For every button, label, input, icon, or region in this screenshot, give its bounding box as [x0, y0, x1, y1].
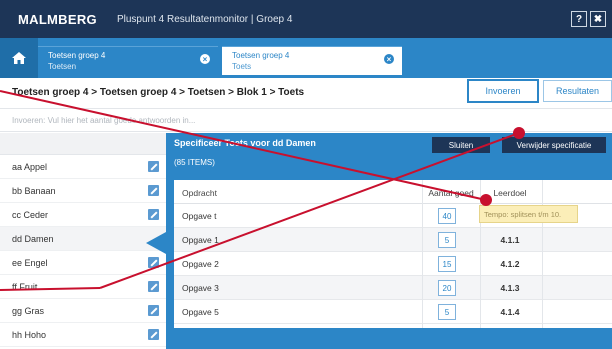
edit-icon[interactable] [148, 185, 159, 196]
table-row: Opgave 3 20 4.1.3 [174, 276, 612, 300]
student-row[interactable]: ff Fruit [0, 275, 166, 299]
tab-subtitle: Toetsen [48, 62, 77, 71]
tab-bar: Toetsen groep 4 Toetsen × Toetsen groep … [0, 38, 612, 78]
edit-icon[interactable] [148, 281, 159, 292]
leerdoel-tooltip: Tempo: splitsen t/m 10. [479, 205, 578, 223]
home-button[interactable] [0, 38, 38, 78]
opdracht-cell: Opgave t [182, 211, 217, 221]
app-title: Pluspunt 4 Resultatenmonitor | Groep 4 [116, 13, 293, 25]
brand-logo: MALMBERG [18, 11, 97, 27]
column-header-leerdoel: Leerdoel [493, 188, 527, 198]
panel-title: Specificeer Toets voor dd Damen [174, 138, 316, 148]
tab-toetsen[interactable]: Toetsen groep 4 Toetsen × [38, 46, 218, 75]
table-row: Opgave 5 5 4.1.4 [174, 300, 612, 324]
home-icon [12, 52, 26, 64]
close-button[interactable]: Sluiten [432, 137, 490, 153]
help-button[interactable]: ? [571, 11, 587, 27]
student-row-selected[interactable]: dd Damen [0, 227, 166, 251]
student-name: bb Banaan [12, 186, 56, 196]
selection-pointer [146, 232, 166, 254]
student-row[interactable]: bb Banaan [0, 179, 166, 203]
aantal-goed-input[interactable]: 20 [438, 280, 456, 296]
table-row: Opgave 1 5 4.1.1 [174, 228, 612, 252]
opdracht-cell: Opgave 3 [182, 283, 219, 293]
student-name: hh Hoho [12, 330, 47, 340]
aantal-goed-input[interactable]: 5 [438, 304, 456, 320]
opdracht-cell: Opgave 5 [182, 307, 219, 317]
student-row[interactable]: gg Gras [0, 299, 166, 323]
tab-subtitle: Toets [232, 62, 252, 71]
opdracht-cell: Opgave 2 [182, 259, 219, 269]
instruction-text: Invoeren: Vul hier het aantal goede antw… [12, 116, 196, 125]
column-divider [542, 180, 543, 328]
student-list: aa Appel bb Banaan cc Ceder dd Damen ee … [0, 133, 166, 349]
edit-icon[interactable] [148, 257, 159, 268]
assignments-table: Opdracht Aantal goed Leerdoel Opgave t 4… [174, 180, 612, 328]
leerdoel-cell: 4.1.4 [500, 307, 520, 317]
leerdoel-cell: 4.1.2 [500, 259, 520, 269]
delete-specification-button[interactable]: Verwijder specificatie [502, 137, 606, 153]
student-name: dd Damen [12, 234, 54, 244]
tab-toets[interactable]: Toetsen groep 4 Toets × [222, 46, 402, 75]
column-header-opdracht: Opdracht [182, 188, 217, 198]
aantal-goed-input[interactable]: 40 [438, 208, 456, 224]
leerdoel-cell: 4.1.1 [500, 235, 520, 245]
student-name: aa Appel [12, 162, 48, 172]
window-controls: ? ✖ [571, 11, 606, 27]
table-row: Opgave 2 15 4.1.2 [174, 252, 612, 276]
student-list-header [0, 133, 166, 155]
column-header-aantal-goed: Aantal goed [428, 188, 474, 198]
table-header: Opdracht Aantal goed Leerdoel [174, 180, 612, 204]
aantal-goed-input[interactable]: 5 [438, 232, 456, 248]
close-tab-icon[interactable]: × [200, 54, 210, 64]
aantal-goed-input[interactable]: 15 [438, 256, 456, 272]
student-name: gg Gras [12, 306, 45, 316]
edit-icon[interactable] [148, 209, 159, 220]
close-app-button[interactable]: ✖ [590, 11, 606, 27]
leerdoel-cell: 4.1.3 [500, 283, 520, 293]
student-name: ff Fruit [12, 282, 38, 292]
close-tab-icon[interactable]: × [384, 54, 394, 64]
specification-panel: Specificeer Toets voor dd Damen (85 ITEM… [166, 133, 612, 349]
column-divider [422, 180, 423, 328]
edit-icon[interactable] [148, 329, 159, 340]
tab-title: Toetsen groep 4 [232, 51, 290, 60]
column-divider [480, 180, 481, 328]
student-row[interactable]: ee Engel [0, 251, 166, 275]
opdracht-cell: Opgave 1 [182, 235, 219, 245]
edit-icon[interactable] [148, 161, 159, 172]
edit-icon[interactable] [148, 305, 159, 316]
student-row[interactable]: hh Hoho [0, 323, 166, 347]
student-name: ee Engel [12, 258, 48, 268]
top-bar: MALMBERG Pluspunt 4 Resultatenmonitor | … [0, 0, 612, 38]
instruction-bar: Invoeren: Vul hier het aantal goede antw… [0, 108, 612, 132]
student-row[interactable]: aa Appel [0, 155, 166, 179]
breadcrumb: Toetsen groep 4 > Toetsen groep 4 > Toet… [12, 87, 305, 98]
invoeren-button[interactable]: Invoeren [467, 79, 539, 103]
resultaten-button[interactable]: Resultaten [543, 80, 612, 102]
student-row[interactable]: cc Ceder [0, 203, 166, 227]
tab-title: Toetsen groep 4 [48, 51, 106, 60]
student-name: cc Ceder [12, 210, 49, 220]
item-count: (85 ITEMS) [174, 158, 215, 167]
